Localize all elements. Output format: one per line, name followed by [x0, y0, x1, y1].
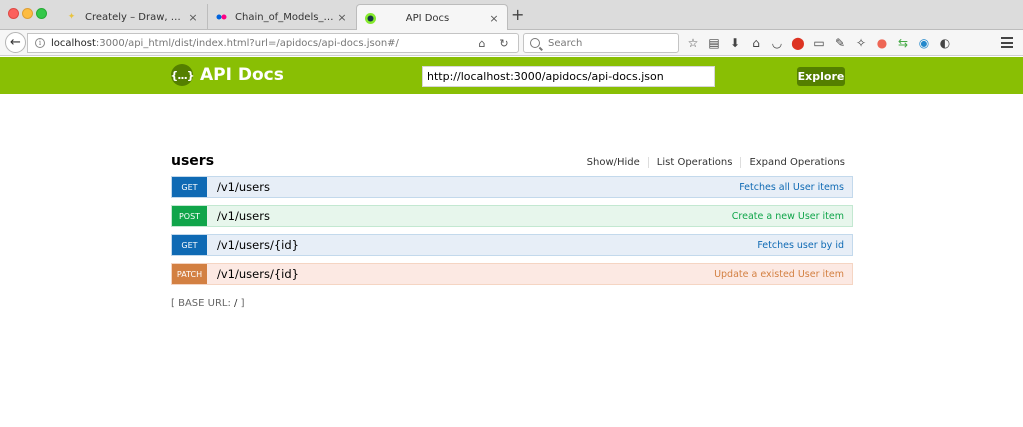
operation-path[interactable]: /v1/users/{id}	[217, 267, 714, 281]
method-badge[interactable]: GET	[172, 235, 207, 255]
base-url-value: /	[234, 298, 238, 309]
window-zoom-button[interactable]	[36, 8, 47, 19]
close-tab-icon[interactable]: ×	[186, 11, 200, 24]
browser-tab-api-docs[interactable]: API Docs ×	[356, 4, 508, 31]
extension-icon[interactable]: ✧	[852, 34, 870, 52]
list-operations-link[interactable]: List Operations	[649, 157, 742, 168]
operation-path[interactable]: /v1/users/{id}	[217, 238, 757, 252]
extension-icon[interactable]: ✎	[831, 34, 849, 52]
method-badge[interactable]: GET	[172, 177, 207, 197]
home-reader-icon[interactable]: ⌂	[474, 35, 490, 51]
operation-row[interactable]: GET /v1/users/{id} Fetches user by id	[171, 234, 853, 256]
base-url-label: [ BASE URL:	[171, 298, 231, 309]
extension-icon[interactable]: ▭	[810, 34, 828, 52]
base-url-info: [ BASE URL: / ]	[171, 298, 245, 309]
expand-operations-link[interactable]: Expand Operations	[741, 157, 845, 168]
address-bar[interactable]: i localhost:3000/api_html/dist/index.htm…	[27, 33, 519, 53]
info-icon[interactable]: i	[35, 38, 45, 48]
tab-label: Creately – Draw, Share, Val…	[85, 11, 186, 23]
browser-tab-bar: ✦ Creately – Draw, Share, Val… × Chain_o…	[0, 0, 1023, 31]
pocket-icon[interactable]: ◡	[768, 34, 786, 52]
show-hide-link[interactable]: Show/Hide	[579, 157, 649, 168]
search-bar[interactable]: Search	[523, 33, 679, 53]
hamburger-menu-icon[interactable]	[1001, 37, 1013, 48]
method-badge[interactable]: PATCH	[172, 264, 207, 284]
home-icon[interactable]: ⌂	[747, 34, 765, 52]
page-title[interactable]: API Docs	[200, 65, 284, 85]
close-tab-icon[interactable]: ×	[487, 12, 501, 25]
extension-icon[interactable]: ◐	[936, 34, 954, 52]
method-badge[interactable]: POST	[172, 206, 207, 226]
browser-nav-bar: ← i localhost:3000/api_html/dist/index.h…	[0, 30, 1023, 56]
bookmark-star-icon[interactable]: ☆	[684, 34, 702, 52]
search-icon	[530, 38, 540, 48]
lightbulb-icon: ✦	[67, 12, 76, 22]
operation-summary[interactable]: Fetches user by id	[757, 240, 844, 251]
api-url-input[interactable]	[422, 66, 715, 87]
close-tab-icon[interactable]: ×	[335, 11, 349, 24]
operation-row[interactable]: POST /v1/users Create a new User item	[171, 205, 853, 227]
bookmarks-menu-icon[interactable]: ▤	[705, 34, 723, 52]
base-url-close: ]	[240, 298, 245, 309]
operation-summary[interactable]: Create a new User item	[732, 211, 844, 222]
back-arrow-icon: ←	[10, 35, 21, 50]
new-tab-button[interactable]: +	[511, 7, 524, 23]
browser-tab-creately[interactable]: ✦ Creately – Draw, Share, Val… ×	[58, 4, 206, 30]
operation-summary[interactable]: Fetches all User items	[739, 182, 844, 193]
explore-button[interactable]: Explore	[797, 67, 845, 86]
flickr-icon	[216, 12, 227, 23]
browser-toolbar: ☆ ▤ ⬇ ⌂ ◡ ⬤ ▭ ✎ ✧ ● ⇆ ◉ ◐	[684, 34, 957, 52]
tab-label: API Docs	[405, 12, 450, 24]
reload-icon[interactable]: ↻	[496, 35, 512, 51]
window-close-button[interactable]	[8, 8, 19, 19]
extension-icon[interactable]: ●	[873, 34, 891, 52]
operation-path[interactable]: /v1/users	[217, 180, 739, 194]
adblock-icon[interactable]: ⬤	[789, 34, 807, 52]
swagger-header: {...} API Docs Explore	[0, 57, 1023, 94]
swagger-icon	[365, 12, 376, 24]
back-button[interactable]: ←	[5, 32, 26, 53]
operation-row[interactable]: GET /v1/users Fetches all User items	[171, 176, 853, 198]
operation-path[interactable]: /v1/users	[217, 209, 732, 223]
search-placeholder: Search	[548, 37, 583, 49]
downloads-icon[interactable]: ⬇	[726, 34, 744, 52]
swagger-logo-icon[interactable]: {...}	[170, 64, 195, 86]
url-text[interactable]: localhost:3000/api_html/dist/index.html?…	[51, 38, 474, 49]
extension-icon[interactable]: ◉	[915, 34, 933, 52]
window-minimize-button[interactable]	[22, 8, 33, 19]
tab-label: Chain_of_Models_3 | nguye…	[235, 11, 335, 23]
operation-row[interactable]: PATCH /v1/users/{id} Update a existed Us…	[171, 263, 853, 285]
extension-icon[interactable]: ⇆	[894, 34, 912, 52]
operation-summary[interactable]: Update a existed User item	[714, 269, 844, 280]
resource-actions: Show/Hide List Operations Expand Operati…	[579, 157, 845, 168]
resource-title[interactable]: users	[171, 153, 214, 169]
browser-tab-flickr[interactable]: Chain_of_Models_3 | nguye… ×	[207, 4, 355, 30]
